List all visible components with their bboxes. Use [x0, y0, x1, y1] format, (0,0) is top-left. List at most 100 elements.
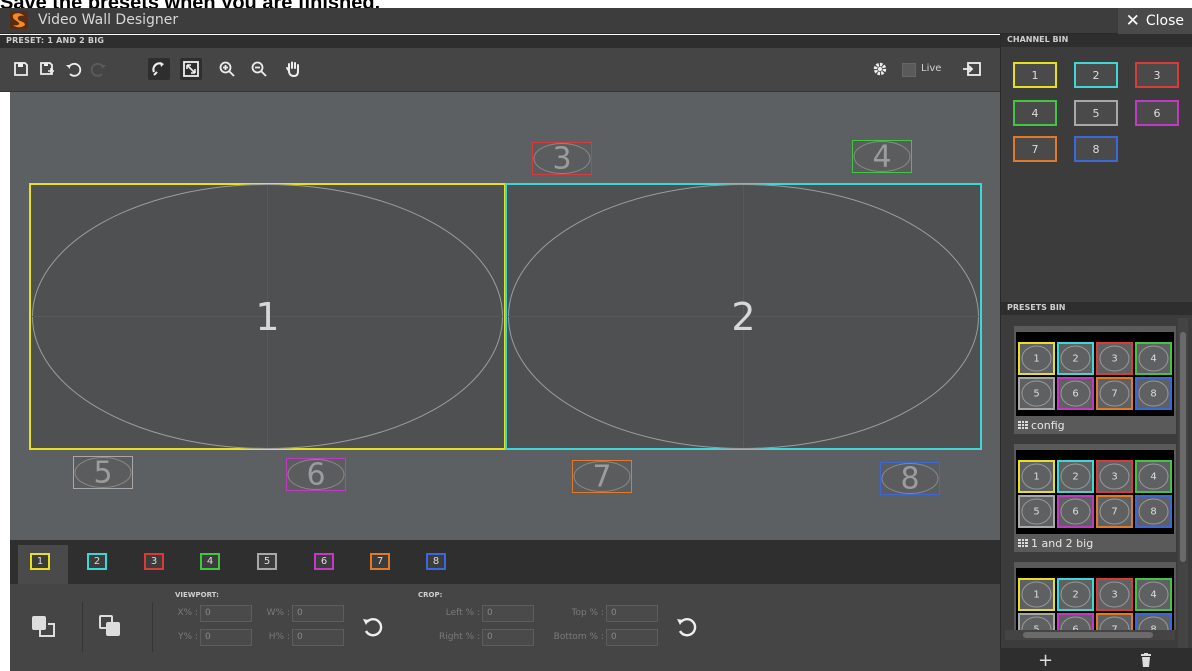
- channel-tab-3[interactable]: 3: [144, 553, 164, 570]
- preset-thumb-cell-1: 1: [1018, 460, 1055, 493]
- crop-label: CROP:: [418, 591, 443, 599]
- bin-channel-6[interactable]: 6: [1135, 100, 1179, 126]
- viewport-h-label: H% :: [268, 632, 290, 642]
- pan-button[interactable]: [282, 58, 304, 80]
- properties-panel: VIEWPORT: X% : 0 Y% : 0 W% : 0 H% : 0 CR…: [10, 584, 1000, 671]
- scrollbar-thumb[interactable]: [1023, 632, 1153, 638]
- channel-tab-7[interactable]: 7: [370, 553, 390, 570]
- undo-button[interactable]: [62, 58, 84, 80]
- preset-thumb-cell-number: 1: [1033, 353, 1040, 364]
- preset-thumb-cell-7: 7: [1096, 613, 1133, 630]
- wall-slot-5[interactable]: 5: [73, 455, 133, 490]
- save-as-button[interactable]: [36, 58, 58, 80]
- undo-icon: [66, 62, 82, 77]
- wall-slot-6[interactable]: 6: [286, 457, 346, 492]
- preset-thumb-cell-2: 2: [1057, 460, 1094, 493]
- bin-channel-1[interactable]: 1: [1013, 62, 1057, 88]
- zoom-in-button[interactable]: [216, 58, 238, 80]
- scrollbar-thumb[interactable]: [1180, 332, 1186, 562]
- viewport-w-input[interactable]: 0: [292, 605, 344, 622]
- add-preset-button[interactable]: +: [1038, 650, 1053, 671]
- viewport-reset-icon[interactable]: [360, 614, 386, 640]
- channel-tab-2[interactable]: 2: [87, 553, 107, 570]
- preset-card-1-and-2-big[interactable]: 1 2 3 4 5 6 7 8 1 and 2 big: [1014, 444, 1176, 552]
- zoom-out-icon: [251, 61, 267, 77]
- presets-horizontal-scrollbar[interactable]: [1005, 630, 1175, 640]
- crop-bottom-label: Bottom % :: [553, 632, 604, 642]
- preset-thumb-cell-number: 8: [1150, 506, 1157, 517]
- preset-thumbnail: 1 2 3 4 5678: [1016, 568, 1174, 630]
- crop-bottom-input[interactable]: 0: [606, 629, 658, 646]
- crop-top-input[interactable]: 0: [606, 605, 658, 622]
- channel-tab-4[interactable]: 4: [200, 553, 220, 570]
- presets-bin-header: PRESETS BIN: [1001, 302, 1192, 315]
- slot-4-number: 4: [872, 139, 892, 174]
- crop-right-input[interactable]: 0: [482, 629, 534, 646]
- export-icon: [963, 62, 981, 76]
- preset-thumb-cell-number: 3: [1111, 471, 1118, 482]
- presets-bin-actions: +: [1000, 648, 1192, 671]
- wall-slot-8[interactable]: 8: [880, 461, 940, 496]
- save-button[interactable]: [10, 58, 32, 80]
- wall-slot-7[interactable]: 7: [572, 459, 632, 494]
- redo-icon: [90, 62, 106, 77]
- viewport-y-label: Y% :: [178, 632, 198, 642]
- bin-channel-2[interactable]: 2: [1074, 62, 1118, 88]
- channel-tab-8[interactable]: 8: [426, 553, 446, 570]
- preset-thumb-cell-4: 4: [1135, 342, 1172, 375]
- separator: [82, 602, 83, 652]
- preset-name: PRESET: 1 AND 2 BIG: [6, 36, 105, 45]
- bin-channel-8[interactable]: 8: [1074, 136, 1118, 162]
- trash-icon[interactable]: [1140, 653, 1152, 667]
- bring-to-front-icon[interactable]: [28, 612, 58, 642]
- save-as-icon: [40, 62, 54, 75]
- preset-thumb-cell-2: 2: [1057, 342, 1094, 375]
- zoom-out-button[interactable]: [248, 58, 270, 80]
- viewport-w-label: W% :: [266, 608, 290, 618]
- live-checkbox[interactable]: [902, 63, 916, 77]
- preset-card-config[interactable]: 1 2 3 4 5 6 7 8 config: [1014, 326, 1176, 434]
- wall-slot-3[interactable]: 3: [532, 141, 592, 176]
- channel-tab-6[interactable]: 6: [314, 553, 334, 570]
- bin-channel-4[interactable]: 4: [1013, 100, 1057, 126]
- viewport-y-input[interactable]: 0: [200, 629, 252, 646]
- wall-slot-4[interactable]: 4: [852, 139, 912, 174]
- window-title: Video Wall Designer: [38, 12, 179, 28]
- bin-channel-5[interactable]: 5: [1074, 100, 1118, 126]
- viewport-label: VIEWPORT:: [175, 591, 219, 599]
- viewport-x-input[interactable]: 0: [200, 605, 252, 622]
- fit-to-screen-button[interactable]: [180, 58, 202, 80]
- viewport-h-input[interactable]: 0: [292, 629, 344, 646]
- crop-left-label: Left % :: [445, 608, 480, 618]
- channel-tab-5[interactable]: 5: [257, 553, 277, 570]
- wall-slot-2[interactable]: 2: [505, 183, 982, 450]
- preset-thumb-cell-number: 7: [1111, 506, 1118, 517]
- bin-channel-7[interactable]: 7: [1013, 136, 1057, 162]
- pan-hand-icon: [286, 61, 299, 78]
- preset-thumb-cell-number: 1: [1033, 471, 1040, 482]
- snap-toggle-button[interactable]: [148, 58, 170, 80]
- preset-card-3[interactable]: 1 2 3 4 5678: [1014, 562, 1176, 630]
- presets-bin-title: PRESETS BIN: [1007, 303, 1066, 312]
- crop-reset-icon[interactable]: [674, 614, 700, 640]
- send-to-back-icon[interactable]: [96, 612, 126, 642]
- bin-channel-3[interactable]: 3: [1135, 62, 1179, 88]
- preset-card-label: 1 and 2 big: [1018, 537, 1093, 550]
- crop-left-input[interactable]: 0: [482, 605, 534, 622]
- channel-tab-1[interactable]: 1: [30, 553, 50, 570]
- wall-slot-1[interactable]: 1: [29, 183, 506, 450]
- preset-thumb-cell-number: 1: [1033, 589, 1040, 600]
- settings-button[interactable]: [869, 58, 891, 80]
- export-button[interactable]: [958, 58, 986, 80]
- preset-thumb-cell-6: 6: [1057, 495, 1094, 528]
- snap-icon: [152, 62, 164, 76]
- video-wall-canvas[interactable]: 1 2 3 4 5 6 7 8: [10, 92, 1000, 540]
- preset-card-name: config: [1031, 419, 1065, 432]
- close-button[interactable]: ✕ Close: [1117, 8, 1192, 34]
- redo-button[interactable]: [88, 58, 110, 80]
- presets-vertical-scrollbar[interactable]: [1178, 318, 1188, 648]
- preset-thumb-cell-3: 3: [1096, 342, 1133, 375]
- title-bar: Video Wall Designer ✕ Close: [0, 8, 1192, 34]
- preset-thumb-cell-5: 5: [1018, 495, 1055, 528]
- preset-thumb-cell-number: 7: [1111, 388, 1118, 399]
